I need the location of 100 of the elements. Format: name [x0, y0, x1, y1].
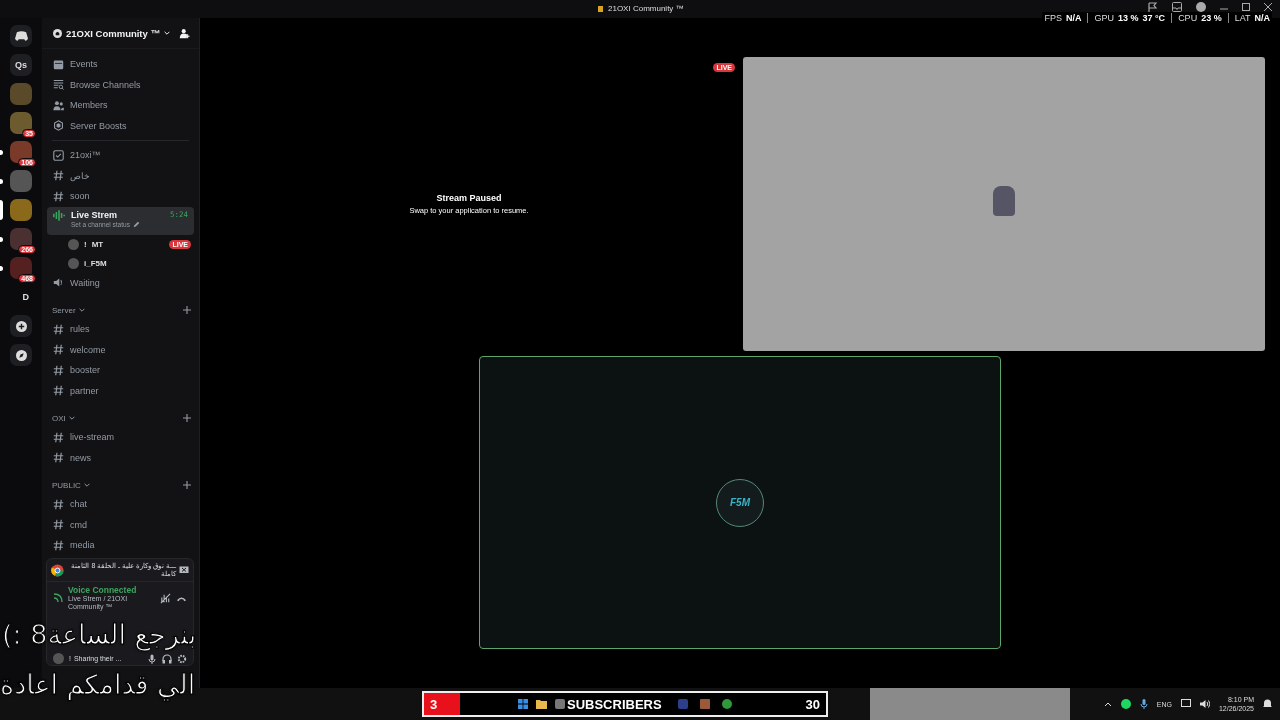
calendar-icon [53, 58, 64, 70]
caption-text: الي قدامكم اعادة [0, 668, 196, 701]
notification-icon[interactable] [1263, 699, 1272, 709]
perf-label: CPU [1178, 13, 1198, 23]
user-name[interactable]: MT [91, 239, 104, 249]
close-icon[interactable] [1264, 3, 1272, 11]
server-icon-image[interactable] [10, 228, 32, 250]
add-member-icon[interactable] [179, 27, 190, 39]
server-button[interactable]: Qs [10, 54, 32, 76]
hash-icon [53, 190, 64, 202]
signal-icon [53, 593, 63, 603]
server-icon-image[interactable] [10, 112, 32, 134]
menu-item[interactable]: Browse Channels [47, 74, 194, 95]
app-logo-button[interactable] [10, 25, 32, 47]
pencil-icon [132, 220, 140, 228]
channel-name: welcome [70, 344, 106, 355]
hash-icon [53, 344, 64, 356]
perf-value: 13 % [1118, 13, 1139, 23]
headphones-icon[interactable] [162, 653, 172, 664]
channel-name: خاص [70, 170, 90, 181]
participant-tile[interactable]: F5M [479, 356, 1001, 649]
avatar-figure [993, 186, 1015, 216]
perf-value: 37 °C [1142, 13, 1166, 23]
channel-name: cmd [70, 519, 87, 530]
server-folder[interactable]: D [10, 286, 32, 308]
channel-item[interactable]: cmd [47, 514, 194, 535]
hash-icon [53, 452, 64, 464]
server-icon-image[interactable] [10, 141, 32, 163]
window-title: 21OXI Community ™ [608, 4, 684, 13]
plus-icon[interactable] [183, 306, 191, 314]
perf-value: N/A [1254, 13, 1270, 23]
channel-name: Waiting [70, 277, 100, 288]
app-icon[interactable] [699, 699, 710, 709]
server-icon-image[interactable] [10, 257, 32, 279]
folder-icon[interactable] [536, 699, 547, 709]
stream-tile[interactable] [743, 57, 1265, 351]
inbox-icon[interactable] [1172, 2, 1182, 12]
chevron-up-icon[interactable] [1103, 700, 1112, 708]
channel-item[interactable]: welcome [47, 339, 194, 360]
user-name[interactable]: i_F5M [84, 258, 107, 268]
category-name[interactable]: Server [52, 305, 76, 315]
menu-item[interactable]: Server Boosts [47, 115, 194, 136]
app-icon[interactable] [555, 699, 565, 709]
settings-icon[interactable] [177, 653, 187, 664]
channel-name: live-stream [70, 432, 114, 443]
channel-item[interactable]: booster [47, 360, 194, 381]
channel-item[interactable]: Waiting [47, 272, 194, 293]
connection-status: Voice Connected [68, 585, 138, 595]
menu-item[interactable]: Members [47, 95, 194, 116]
microphone-icon[interactable] [147, 653, 157, 664]
channel-name: chat [70, 499, 87, 510]
list-search-icon [53, 79, 64, 91]
channel-item[interactable]: soon [47, 186, 194, 207]
audio-bars-icon [53, 209, 65, 221]
plus-circle-icon [15, 320, 27, 332]
server-icon [598, 5, 603, 12]
add-server-button[interactable] [10, 315, 32, 337]
caret-icon [163, 30, 170, 36]
server-header-title[interactable]: 21OXI Community ™ [66, 27, 160, 39]
hash-icon [53, 498, 64, 510]
maximize-icon[interactable] [1242, 3, 1250, 11]
channel-item[interactable]: media [47, 535, 194, 556]
discover-button[interactable] [10, 344, 32, 366]
hash-icon [53, 385, 64, 397]
volume-icon[interactable] [1199, 699, 1210, 709]
caption-text: بنرجع الساعة8 :) [2, 618, 197, 651]
subscriber-goal: 30 [805, 696, 820, 712]
people-icon [53, 99, 64, 111]
channel-name: news [70, 452, 91, 463]
channel-item[interactable]: rules [47, 319, 194, 340]
flag-icon[interactable] [1148, 2, 1158, 12]
channel-item[interactable]: partner [47, 380, 194, 401]
channel-item[interactable]: 21oxi™ [47, 145, 194, 166]
channel-item[interactable]: news [47, 447, 194, 468]
perf-label: FPS [1044, 13, 1062, 23]
boost-gem-icon [53, 120, 64, 132]
perf-value: 23 % [1201, 13, 1222, 23]
channel-item[interactable]: chat [47, 494, 194, 515]
plus-icon[interactable] [183, 481, 191, 489]
windows-start-icon[interactable] [518, 699, 528, 709]
hash-icon [53, 431, 64, 443]
channel-name: media [70, 540, 95, 551]
subscriber-count: 3 [424, 693, 460, 715]
perf-value: N/A [1065, 13, 1082, 23]
speaker-icon [53, 277, 64, 289]
user-tag: ! [84, 239, 87, 249]
subscriber-label: SUBSCRIBERS [567, 696, 662, 712]
channel-name: soon [70, 191, 90, 202]
hash-icon [53, 170, 64, 182]
microphone-icon[interactable] [1139, 699, 1148, 709]
category-name[interactable]: OXI [52, 413, 66, 423]
noise-suppression-icon[interactable] [160, 592, 171, 604]
channel-item[interactable]: خاص [47, 165, 194, 186]
channel-item[interactable]: live-stream [47, 427, 194, 448]
stop-stream-icon[interactable] [179, 565, 189, 575]
browser-icon [51, 563, 64, 577]
category-name[interactable]: PUBLIC [52, 480, 81, 490]
menu-item[interactable]: Events [47, 54, 194, 75]
hash-icon [53, 323, 64, 335]
plus-icon[interactable] [183, 414, 191, 422]
